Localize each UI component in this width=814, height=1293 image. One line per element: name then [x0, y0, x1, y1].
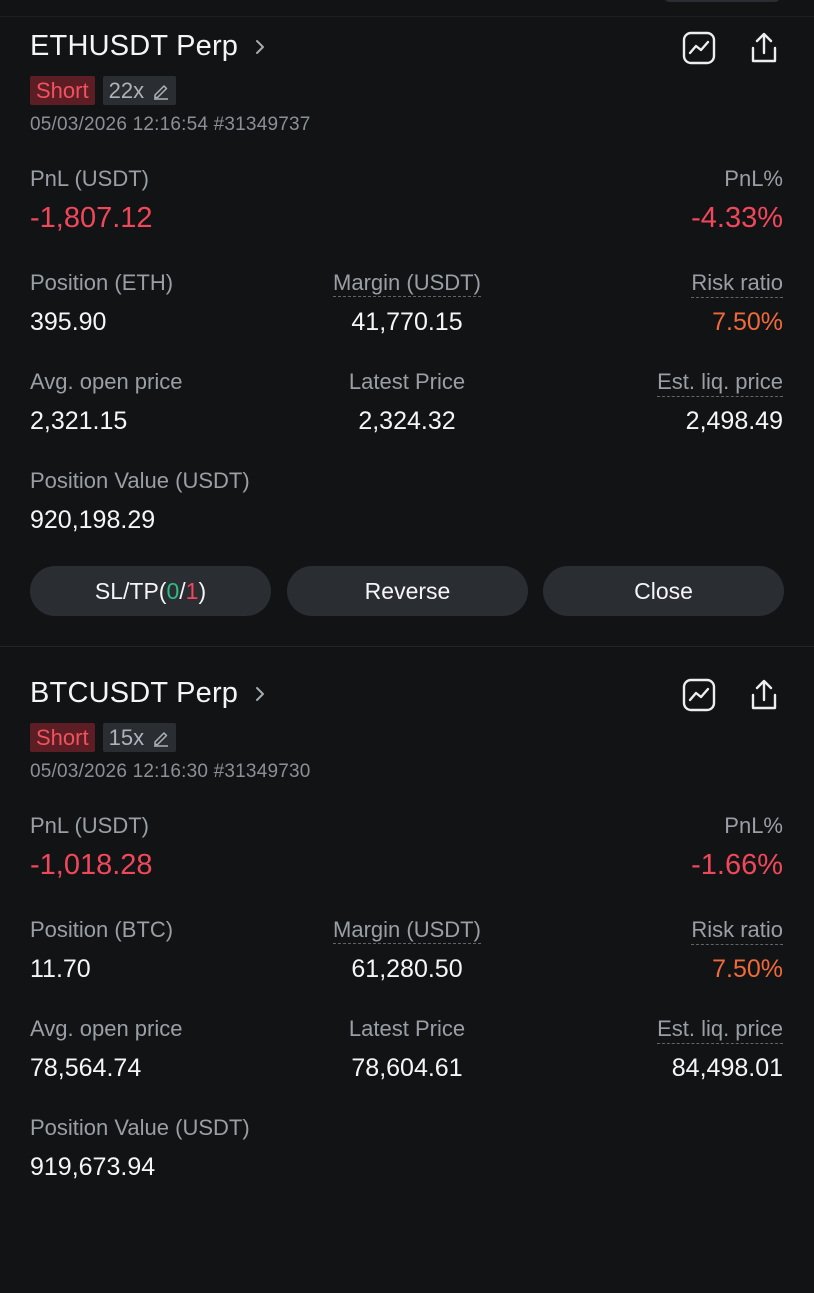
open-meta: 05/03/2026 12:16:54 #31349737 [30, 114, 311, 136]
leverage-value: 15x [108, 725, 145, 750]
risk-ratio-value: 7.50% [712, 308, 783, 336]
symbol-link[interactable]: ETHUSDT Perp [30, 30, 266, 63]
risk-ratio-label[interactable]: Risk ratio [691, 917, 783, 945]
position-card-eth: ETHUSDT Perp Short 22x 05/03/2026 12:16:… [0, 0, 814, 647]
tag-row: Short 22x [30, 76, 177, 105]
liq-price-value: 84,498.01 [671, 1054, 783, 1082]
open-timestamp: 05/03/2026 12:16:30 [30, 761, 209, 782]
margin-value: 61,280.50 [351, 955, 463, 983]
pnl-value: -1,807.12 [30, 202, 153, 234]
pnl-value: -1,018.28 [30, 849, 153, 881]
symbol-name: BTCUSDT Perp [30, 677, 239, 709]
pnl-pct-label: PnL% [724, 813, 783, 838]
pnl-label: PnL (USDT) [30, 166, 149, 191]
side-badge: Short [30, 76, 95, 105]
close-button[interactable]: Close [543, 566, 784, 616]
pnl-pct-label: PnL% [724, 166, 783, 191]
margin-label[interactable]: Margin (USDT) [333, 917, 481, 944]
position-value-label: Position Value (USDT) [30, 468, 250, 493]
risk-ratio-value: 7.50% [712, 955, 783, 983]
pencil-icon [154, 731, 169, 747]
leverage-value: 22x [108, 78, 145, 103]
order-id: #31349737 [213, 114, 311, 135]
line-chart-icon [682, 678, 716, 712]
chart-button[interactable] [681, 677, 717, 713]
chevron-right-icon [256, 39, 265, 54]
sl-tp-button[interactable]: SL/TP(0/1) [30, 566, 271, 616]
symbol-link[interactable]: BTCUSDT Perp [30, 677, 266, 710]
position-card-btc: BTCUSDT Perp Short 15x 05/03/2026 12:16:… [0, 647, 814, 1293]
risk-ratio-label[interactable]: Risk ratio [691, 270, 783, 298]
share-button[interactable] [746, 677, 782, 713]
share-icon [751, 679, 777, 710]
leverage-badge[interactable]: 22x [102, 76, 177, 105]
chart-button[interactable] [681, 30, 717, 66]
share-icon [751, 32, 777, 63]
sl-tp-suffix: ) [198, 577, 207, 604]
share-button[interactable] [746, 30, 782, 66]
open-timestamp: 05/03/2026 12:16:54 [30, 114, 209, 135]
reverse-button[interactable]: Reverse [287, 566, 528, 616]
chevron-right-icon [256, 686, 265, 701]
liq-price-value: 2,498.49 [685, 407, 783, 435]
pnl-pct-value: -1.66% [691, 849, 783, 881]
pnl-label: PnL (USDT) [30, 813, 149, 838]
margin-value: 41,770.15 [351, 308, 463, 336]
open-meta: 05/03/2026 12:16:30 #31349730 [30, 761, 311, 783]
position-value-label: Position Value (USDT) [30, 1115, 250, 1140]
line-chart-icon [682, 31, 716, 65]
position-value-value: 919,673.94 [30, 1153, 156, 1181]
side-badge: Short [30, 723, 95, 752]
liq-price-label[interactable]: Est. liq. price [657, 1016, 783, 1044]
pencil-icon [154, 84, 169, 100]
pnl-pct-value: -4.33% [691, 202, 783, 234]
margin-label[interactable]: Margin (USDT) [333, 270, 481, 297]
sl-tp-prefix: SL/TP( [94, 577, 167, 604]
tag-row: Short 15x [30, 723, 177, 752]
sl-count: 0 [166, 577, 180, 604]
liq-price-label[interactable]: Est. liq. price [657, 369, 783, 397]
order-id: #31349730 [213, 761, 311, 782]
leverage-badge[interactable]: 15x [102, 723, 177, 752]
position-value-value: 920,198.29 [30, 506, 156, 534]
tp-count: 1 [185, 577, 199, 604]
symbol-name: ETHUSDT Perp [30, 30, 239, 62]
